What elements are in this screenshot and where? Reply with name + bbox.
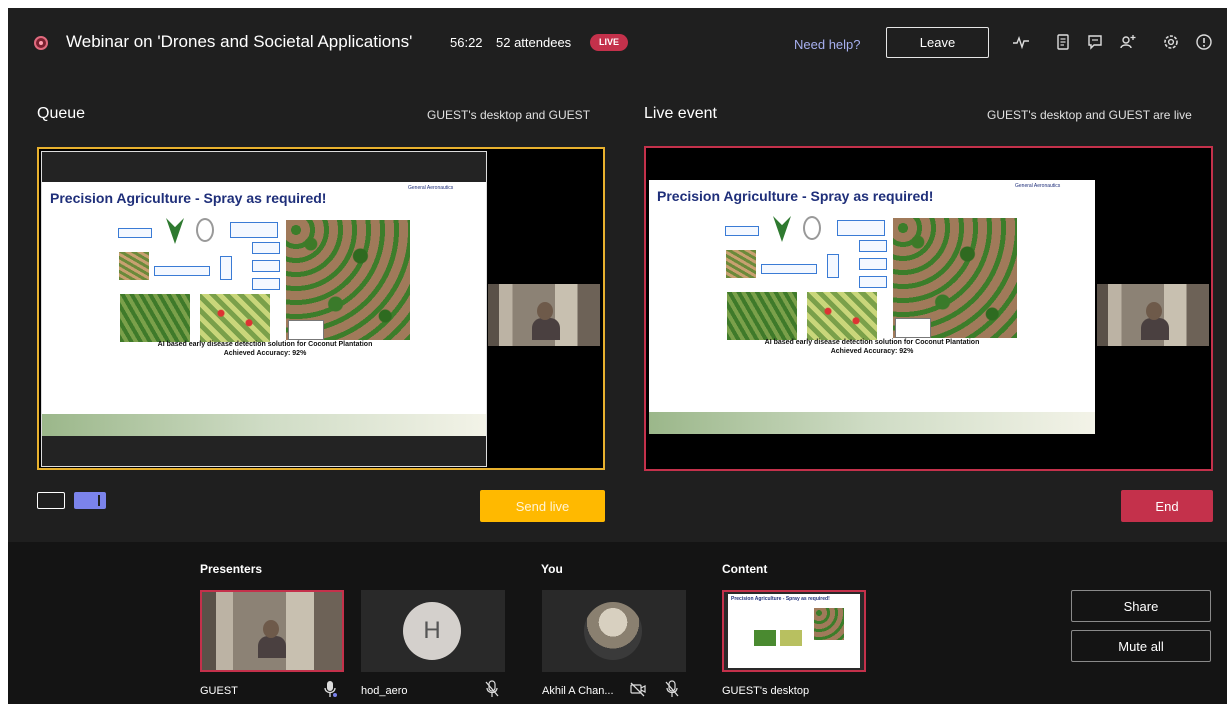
queue-sources: GUEST's desktop and GUEST bbox=[427, 108, 591, 122]
caption-line: Achieved Accuracy: 92% bbox=[830, 348, 914, 355]
content-heading: Content bbox=[722, 562, 768, 576]
caption-line: Achieved Accuracy: 92% bbox=[223, 350, 307, 357]
top-bar: Webinar on 'Drones and Societal Applicat… bbox=[8, 8, 1227, 78]
university-logo bbox=[166, 218, 184, 244]
presenter-tile-hod-aero[interactable]: H bbox=[361, 590, 505, 672]
diagram-box bbox=[118, 228, 152, 238]
settings-icon[interactable] bbox=[1161, 32, 1181, 52]
info-icon[interactable] bbox=[1194, 32, 1214, 52]
chat-icon[interactable] bbox=[1085, 32, 1105, 52]
tile-name: Akhil A Chan... bbox=[542, 685, 614, 697]
self-tile[interactable] bbox=[542, 590, 686, 672]
field-image bbox=[119, 252, 149, 280]
send-live-button[interactable]: Send live bbox=[480, 490, 605, 522]
presenter-video bbox=[1097, 284, 1209, 346]
tile-name: GUEST bbox=[200, 685, 238, 697]
mute-all-button[interactable]: Mute all bbox=[1071, 630, 1211, 662]
health-icon[interactable] bbox=[1011, 32, 1031, 52]
tile-name: hod_aero bbox=[361, 685, 408, 697]
disease-map-image bbox=[807, 292, 877, 340]
diagram-box bbox=[859, 276, 887, 288]
mic-on-icon[interactable] bbox=[322, 680, 338, 698]
leave-button[interactable]: Leave bbox=[886, 27, 989, 58]
live-slide: Precision Agriculture - Spray as require… bbox=[649, 180, 1095, 434]
presenter-tile-guest[interactable] bbox=[200, 590, 344, 672]
crop-image bbox=[120, 294, 190, 342]
legend-box bbox=[288, 320, 324, 340]
queue-slide: Precision Agriculture - Spray as require… bbox=[42, 182, 486, 436]
university-logo bbox=[773, 216, 791, 242]
avatar: H bbox=[403, 602, 461, 660]
queue-preview[interactable]: Precision Agriculture - Spray as require… bbox=[37, 147, 605, 470]
diagram-box bbox=[837, 220, 885, 236]
slide-footer bbox=[42, 414, 486, 436]
participants-strip: Presenters You Content GUEST H hod_aero bbox=[8, 542, 1227, 704]
you-heading: You bbox=[541, 562, 563, 576]
diagram-box bbox=[859, 258, 887, 270]
recording-icon bbox=[34, 36, 48, 50]
crop-image bbox=[727, 292, 797, 340]
slide-title: Precision Agriculture - Spray as require… bbox=[50, 190, 327, 206]
diagram-box bbox=[252, 242, 280, 254]
content-tile[interactable]: Precision Agriculture - Spray as require… bbox=[722, 590, 866, 672]
diagram-box bbox=[859, 240, 887, 252]
live-event-heading: Live event bbox=[644, 105, 717, 122]
legend-box bbox=[895, 318, 931, 338]
slide-caption: AI based early disease detection solutio… bbox=[649, 338, 1095, 356]
caption-line: AI based early disease detection solutio… bbox=[157, 341, 373, 348]
diagram-box bbox=[230, 222, 278, 238]
presenter-video bbox=[488, 284, 600, 346]
diagram-box bbox=[154, 266, 210, 276]
diagram-box bbox=[827, 254, 839, 278]
thumbnail-image bbox=[780, 630, 802, 646]
thumbnail-image bbox=[754, 630, 776, 646]
diagram-box bbox=[220, 256, 232, 280]
end-button[interactable]: End bbox=[1121, 490, 1213, 522]
avatar bbox=[584, 602, 642, 660]
slide-brand: General Aeronautics bbox=[1015, 183, 1061, 189]
presenter-figure bbox=[258, 620, 286, 658]
emblem-logo bbox=[196, 218, 214, 242]
need-help-link[interactable]: Need help? bbox=[794, 37, 861, 52]
presenter-figure bbox=[1141, 302, 1169, 340]
diagram-box bbox=[252, 260, 280, 272]
slide-title: Precision Agriculture - Spray as require… bbox=[657, 188, 934, 204]
attendee-count: 52 attendees bbox=[496, 35, 572, 50]
camera-off-icon[interactable] bbox=[630, 680, 646, 698]
queue-slide-frame: Precision Agriculture - Spray as require… bbox=[41, 151, 487, 467]
live-slide-frame: Precision Agriculture - Spray as require… bbox=[649, 180, 1095, 434]
queue-heading: Queue bbox=[37, 105, 86, 122]
emblem-logo bbox=[803, 216, 821, 240]
diagram-box bbox=[725, 226, 759, 236]
notes-icon[interactable] bbox=[1053, 32, 1073, 52]
slide-caption: AI based early disease detection solutio… bbox=[42, 340, 486, 358]
presenters-heading: Presenters bbox=[200, 562, 263, 576]
event-timer: 56:22 bbox=[450, 35, 483, 50]
event-title: Webinar on 'Drones and Societal Applicat… bbox=[66, 32, 413, 51]
diagram-box bbox=[761, 264, 817, 274]
live-sources: GUEST's desktop and GUEST are live bbox=[987, 108, 1192, 122]
thumbnail-title: Precision Agriculture - Spray as require… bbox=[731, 596, 830, 602]
live-preview[interactable]: Precision Agriculture - Spray as require… bbox=[644, 146, 1213, 471]
share-button[interactable]: Share bbox=[1071, 590, 1211, 622]
teams-live-event-window: Webinar on 'Drones and Societal Applicat… bbox=[8, 8, 1227, 704]
content-thumbnail: Precision Agriculture - Spray as require… bbox=[728, 594, 860, 668]
tile-name: GUEST's desktop bbox=[722, 685, 810, 697]
mic-off-icon[interactable] bbox=[664, 680, 680, 698]
thumbnail-image bbox=[814, 608, 844, 640]
field-image bbox=[726, 250, 756, 278]
disease-map-image bbox=[200, 294, 270, 342]
people-add-icon[interactable] bbox=[1118, 32, 1138, 52]
caption-line: AI based early disease detection solutio… bbox=[764, 339, 980, 346]
presenter-figure bbox=[532, 302, 560, 340]
layout-single-icon[interactable] bbox=[37, 492, 65, 509]
slide-brand: General Aeronautics bbox=[408, 185, 454, 191]
layout-side-by-side-icon[interactable] bbox=[74, 492, 106, 509]
live-badge: LIVE bbox=[590, 34, 628, 51]
slide-footer bbox=[649, 412, 1095, 434]
diagram-box bbox=[252, 278, 280, 290]
mic-off-icon[interactable] bbox=[484, 680, 500, 698]
